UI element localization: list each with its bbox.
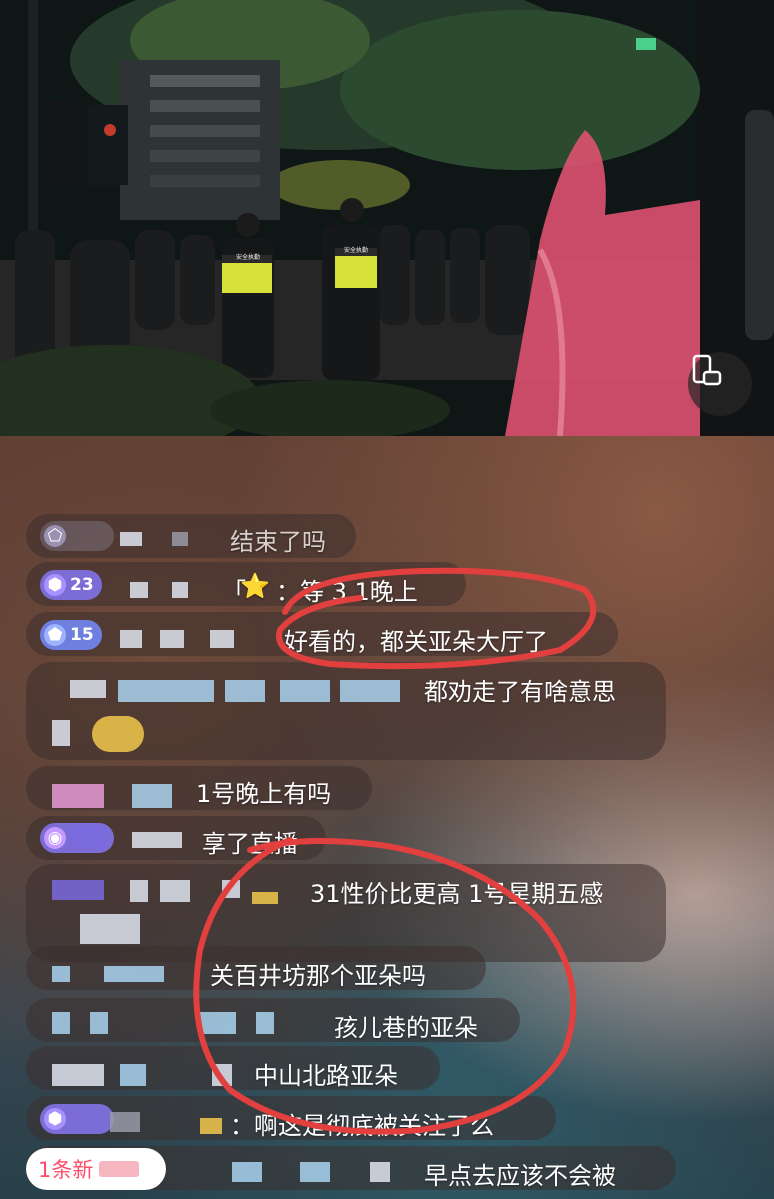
username-mosaic bbox=[160, 880, 190, 902]
username-mosaic bbox=[52, 784, 104, 808]
username-mosaic bbox=[90, 1012, 108, 1034]
username-mosaic bbox=[52, 1064, 104, 1086]
username-mosaic bbox=[118, 680, 214, 702]
comment-text: 孩儿巷的亚朵 bbox=[334, 1014, 478, 1042]
username-mosaic bbox=[99, 1161, 140, 1177]
username-mosaic bbox=[120, 532, 142, 546]
username-mosaic bbox=[160, 630, 184, 648]
username-mosaic bbox=[120, 1064, 146, 1086]
fan-badge-level: 15 bbox=[70, 625, 94, 645]
gem-icon: ◉ bbox=[44, 827, 66, 849]
comment-text: 中山北路亚朵 bbox=[254, 1062, 398, 1090]
fan-badge: ⬢ 23 bbox=[40, 570, 102, 600]
comment-text: 1号晚上有吗 bbox=[196, 780, 332, 808]
fan-badge: ⬠ bbox=[40, 521, 114, 551]
screen-rotate-button[interactable] bbox=[688, 352, 752, 416]
phone-rotate-icon bbox=[692, 354, 722, 386]
username-mosaic bbox=[52, 880, 104, 900]
username-mosaic bbox=[132, 832, 182, 848]
fan-badge: ⬢ bbox=[40, 1104, 114, 1134]
star-icon: ⭐ bbox=[240, 572, 270, 600]
gem-icon: ⬢ bbox=[44, 574, 66, 596]
username-mosaic bbox=[172, 532, 188, 546]
username-mosaic bbox=[52, 720, 70, 746]
username-mosaic bbox=[52, 1012, 70, 1034]
username-mosaic bbox=[200, 1012, 236, 1034]
vest-label-left: 安全执勤 bbox=[236, 253, 260, 261]
username-mosaic bbox=[80, 914, 140, 944]
comment-text: 结束了吗 bbox=[230, 528, 326, 556]
comment-text: 享了直播 bbox=[202, 830, 298, 858]
username-mosaic bbox=[232, 1162, 262, 1182]
username-mosaic bbox=[132, 784, 172, 808]
username-mosaic bbox=[200, 1118, 222, 1134]
new-messages-button[interactable]: 1条新 bbox=[26, 1148, 166, 1190]
comment-text: 都劝走了有啥意思 bbox=[424, 678, 616, 706]
comment-text: 好看的，都关亚朵大厅了 bbox=[284, 628, 548, 656]
username-mosaic bbox=[225, 680, 265, 702]
comment-text: 早点去应该不会被 bbox=[424, 1162, 616, 1190]
comment-text: ：等 3 1晚上 bbox=[276, 578, 418, 606]
username-mosaic bbox=[110, 1112, 140, 1132]
vest-label-right: 安全执勤 bbox=[344, 246, 368, 254]
username-mosaic bbox=[256, 1012, 274, 1034]
username-mosaic bbox=[52, 966, 70, 982]
comment-text: ：啊这是彻底被关注了么 bbox=[230, 1112, 494, 1140]
username-mosaic bbox=[70, 680, 106, 698]
username-mosaic bbox=[300, 1162, 330, 1182]
gem-icon: ⬟ bbox=[44, 624, 66, 646]
emoji-icon bbox=[92, 716, 144, 752]
username-mosaic bbox=[280, 680, 330, 702]
live-video[interactable]: 安全执勤 安全执勤 bbox=[0, 0, 774, 436]
username-mosaic bbox=[222, 880, 240, 898]
username-mosaic bbox=[120, 630, 142, 648]
gem-icon: ⬠ bbox=[44, 525, 66, 547]
street-scene: 安全执勤 安全执勤 bbox=[0, 0, 774, 436]
new-messages-label: 1条新 bbox=[38, 1158, 94, 1182]
comment-text: 关百井坊那个亚朵吗 bbox=[210, 962, 426, 990]
officer-right bbox=[322, 198, 380, 380]
gem-icon: ⬢ bbox=[44, 1108, 66, 1130]
username-mosaic bbox=[370, 1162, 390, 1182]
username-mosaic bbox=[172, 582, 188, 598]
username-mosaic bbox=[130, 582, 148, 598]
username-mosaic bbox=[210, 630, 234, 648]
username-mosaic bbox=[130, 880, 148, 902]
username-mosaic bbox=[340, 680, 400, 702]
username-mosaic bbox=[252, 892, 278, 904]
fan-badge: ⬟ 15 bbox=[40, 620, 102, 650]
username-mosaic bbox=[70, 826, 106, 848]
fan-badge-level: 23 bbox=[70, 575, 94, 595]
username-mosaic bbox=[104, 966, 164, 982]
comment-text: 31性价比更高 1号星期五感 bbox=[310, 880, 604, 908]
username-mosaic bbox=[212, 1064, 232, 1086]
